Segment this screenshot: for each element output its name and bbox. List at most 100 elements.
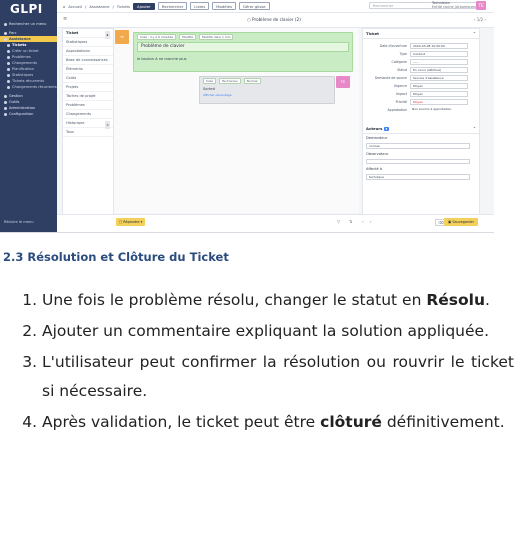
field-value[interactable]: Moyen xyxy=(410,99,468,105)
menu-icon xyxy=(7,49,10,53)
tab-5[interactable]: Coûts xyxy=(63,74,113,83)
glpi-logo: GLPI xyxy=(10,2,43,16)
avatar[interactable]: TE xyxy=(476,1,486,10)
menu-icon xyxy=(7,67,10,71)
ticket-header: ≡ ○ Problème de clavier (2) ‹ 1/2 › xyxy=(57,13,494,28)
sidebar-item[interactable]: Configuration xyxy=(0,111,57,117)
form-row: Priorité Moyen xyxy=(363,98,479,106)
tab-label: Historique xyxy=(66,121,85,125)
collapse-menu-button[interactable]: Réduire le menu xyxy=(4,220,33,224)
reply-button[interactable]: ▢ Répondre ▾ xyxy=(116,218,146,226)
followup-author-avatar: TE xyxy=(336,76,350,88)
sidebar-item-label: Configuration xyxy=(9,112,34,116)
tab-6[interactable]: Projets xyxy=(63,83,113,92)
user-entity: Entité racine (Arborescence) xyxy=(432,4,481,9)
field-value[interactable]: Moyen xyxy=(410,83,468,89)
assigned-label: Affecté à xyxy=(366,167,383,171)
add-button[interactable]: Ajouter xyxy=(133,2,155,10)
followup-text: Sorted xyxy=(203,87,215,91)
form-row: Statut En cours (attribué) xyxy=(363,66,479,74)
list-item: L'utilisateur peut confirmer la résoluti… xyxy=(42,348,514,406)
tab-7[interactable]: Tâches de projet xyxy=(63,92,113,101)
menu-icon xyxy=(7,85,10,89)
tab-2[interactable]: Approbations xyxy=(63,47,113,56)
tab-9[interactable]: Changements xyxy=(63,110,113,119)
field-label: Catégorie xyxy=(391,60,407,64)
sidebar-item-label: Rechercher un menu xyxy=(9,22,47,26)
ticket-title: ○ Problème de clavier (2) xyxy=(247,17,301,22)
tab-4[interactable]: Éléments xyxy=(63,65,113,74)
ticket-properties-panel: Ticket ⌃ Date d'ouverture 2024-03-08 10:00… xyxy=(362,28,480,215)
manage-button[interactable]: Gérer glisse xyxy=(238,2,270,10)
lists-button[interactable]: Listes xyxy=(190,2,210,10)
menu-icon xyxy=(4,22,7,26)
field-value[interactable]: ----- xyxy=(410,59,468,65)
show-more-link[interactable]: Afficher davantage xyxy=(200,93,334,97)
breadcrumb-item[interactable]: Tickets xyxy=(117,4,130,9)
item-navigation[interactable]: ‹ 1/2 › xyxy=(474,17,486,22)
form-row: Date d'ouverture 2024-03-08 10:00:00 xyxy=(363,42,479,50)
field-value[interactable]: 2024-03-08 10:00:00 xyxy=(410,43,468,49)
templates-button[interactable]: Modèles xyxy=(212,2,236,10)
prev-icon[interactable]: ‹ xyxy=(362,219,364,224)
tab-1[interactable]: Statistiques xyxy=(63,38,113,47)
requester-label: Demandeur xyxy=(366,136,388,140)
tab-8[interactable]: Problèmes xyxy=(63,101,113,110)
menu-icon xyxy=(4,94,7,98)
assigned-field[interactable]: technique xyxy=(366,174,470,180)
tab-label: Tâches de projet xyxy=(66,94,96,98)
list-item: Après validation, le ticket peut être cl… xyxy=(42,408,514,437)
requester-field[interactable]: normal xyxy=(366,143,470,149)
form-row: Demande de source Service d'assistance xyxy=(363,74,479,82)
form-row: Catégorie ----- xyxy=(363,58,479,66)
timeline: TE Créé : il y a 6 minutes Modifié Modif… xyxy=(114,28,359,213)
field-label: Demande de source xyxy=(374,76,407,80)
list-item: Une fois le problème résolu, changer le … xyxy=(42,286,514,315)
tab-label: Projets xyxy=(66,85,79,89)
field-value: Non soumis à approbation xyxy=(412,107,452,112)
menu-icon xyxy=(4,112,7,116)
chevron-up-icon[interactable]: ⌃ xyxy=(473,31,476,36)
followup-meta: Créé : il y a 6 minutes Modifié Modifié … xyxy=(134,33,352,41)
user-info[interactable]: Technicien Entité racine (Arborescence) xyxy=(432,1,481,10)
form-row: Impact Moyen xyxy=(363,90,479,98)
ticket-description-title: Problème de clavier xyxy=(137,42,349,52)
breadcrumb-item[interactable]: Assistance xyxy=(89,4,109,9)
field-value[interactable]: En cours (attribué) xyxy=(410,67,468,73)
tab-3[interactable]: Base de connaissances xyxy=(63,56,113,65)
observer-field[interactable] xyxy=(366,158,470,164)
field-label: Approbation xyxy=(387,108,408,112)
sidebar-menu: Rechercher un menu Parc Assistance Tickets C… xyxy=(0,21,57,117)
tab-0[interactable]: Ticket 1 xyxy=(63,29,113,39)
breadcrumb-item[interactable]: Accueil xyxy=(68,4,82,9)
home-icon[interactable]: ⌂ xyxy=(63,4,65,9)
sort-icon[interactable]: ⇅ xyxy=(349,219,352,224)
form-row: Urgence Moyen xyxy=(363,82,479,90)
menu-icon xyxy=(7,55,10,59)
field-value[interactable]: Moyen xyxy=(410,91,468,97)
tab-10[interactable]: Historique 6 xyxy=(63,119,113,129)
menu-icon[interactable]: ≡ xyxy=(63,16,67,22)
field-value[interactable]: Service d'assistance xyxy=(410,75,468,81)
save-button[interactable]: ▣ Sauvegarder xyxy=(444,218,478,226)
tab-label: Problèmes xyxy=(66,103,85,107)
ticket-tabs: Ticket 1 Statistiques Approbations Base de c… xyxy=(62,28,114,215)
filter-icon[interactable]: ▽ xyxy=(337,219,340,224)
search-button[interactable]: Rechercher xyxy=(157,2,188,10)
menu-icon xyxy=(4,37,7,41)
field-value[interactable]: Incident xyxy=(410,51,468,57)
section-heading: 2.3 Résolution et Clôture du Ticket xyxy=(3,250,229,264)
field-label: Type xyxy=(399,52,407,56)
ticket-description-text: le bouton A ne marche plus xyxy=(137,57,187,61)
followup-avatar: TE xyxy=(115,30,129,44)
tab-label: Statistiques xyxy=(66,40,88,44)
next-icon[interactable]: › xyxy=(370,219,372,224)
chevron-up-icon[interactable]: ⌃ xyxy=(473,126,476,131)
action-bar: ▢ Répondre ▾ ▽ ⇅ ‹ › ⌫ ▣ Sauvegarder xyxy=(57,214,494,232)
actors-title[interactable]: Acteurs 3 ⌃ xyxy=(363,124,479,134)
tab-11[interactable]: Tous xyxy=(63,128,113,137)
menu-icon xyxy=(7,61,10,65)
tab-label: Base de connaissances xyxy=(66,58,108,62)
menu-icon xyxy=(4,106,7,110)
panel-title[interactable]: Ticket ⌃ xyxy=(363,29,479,39)
